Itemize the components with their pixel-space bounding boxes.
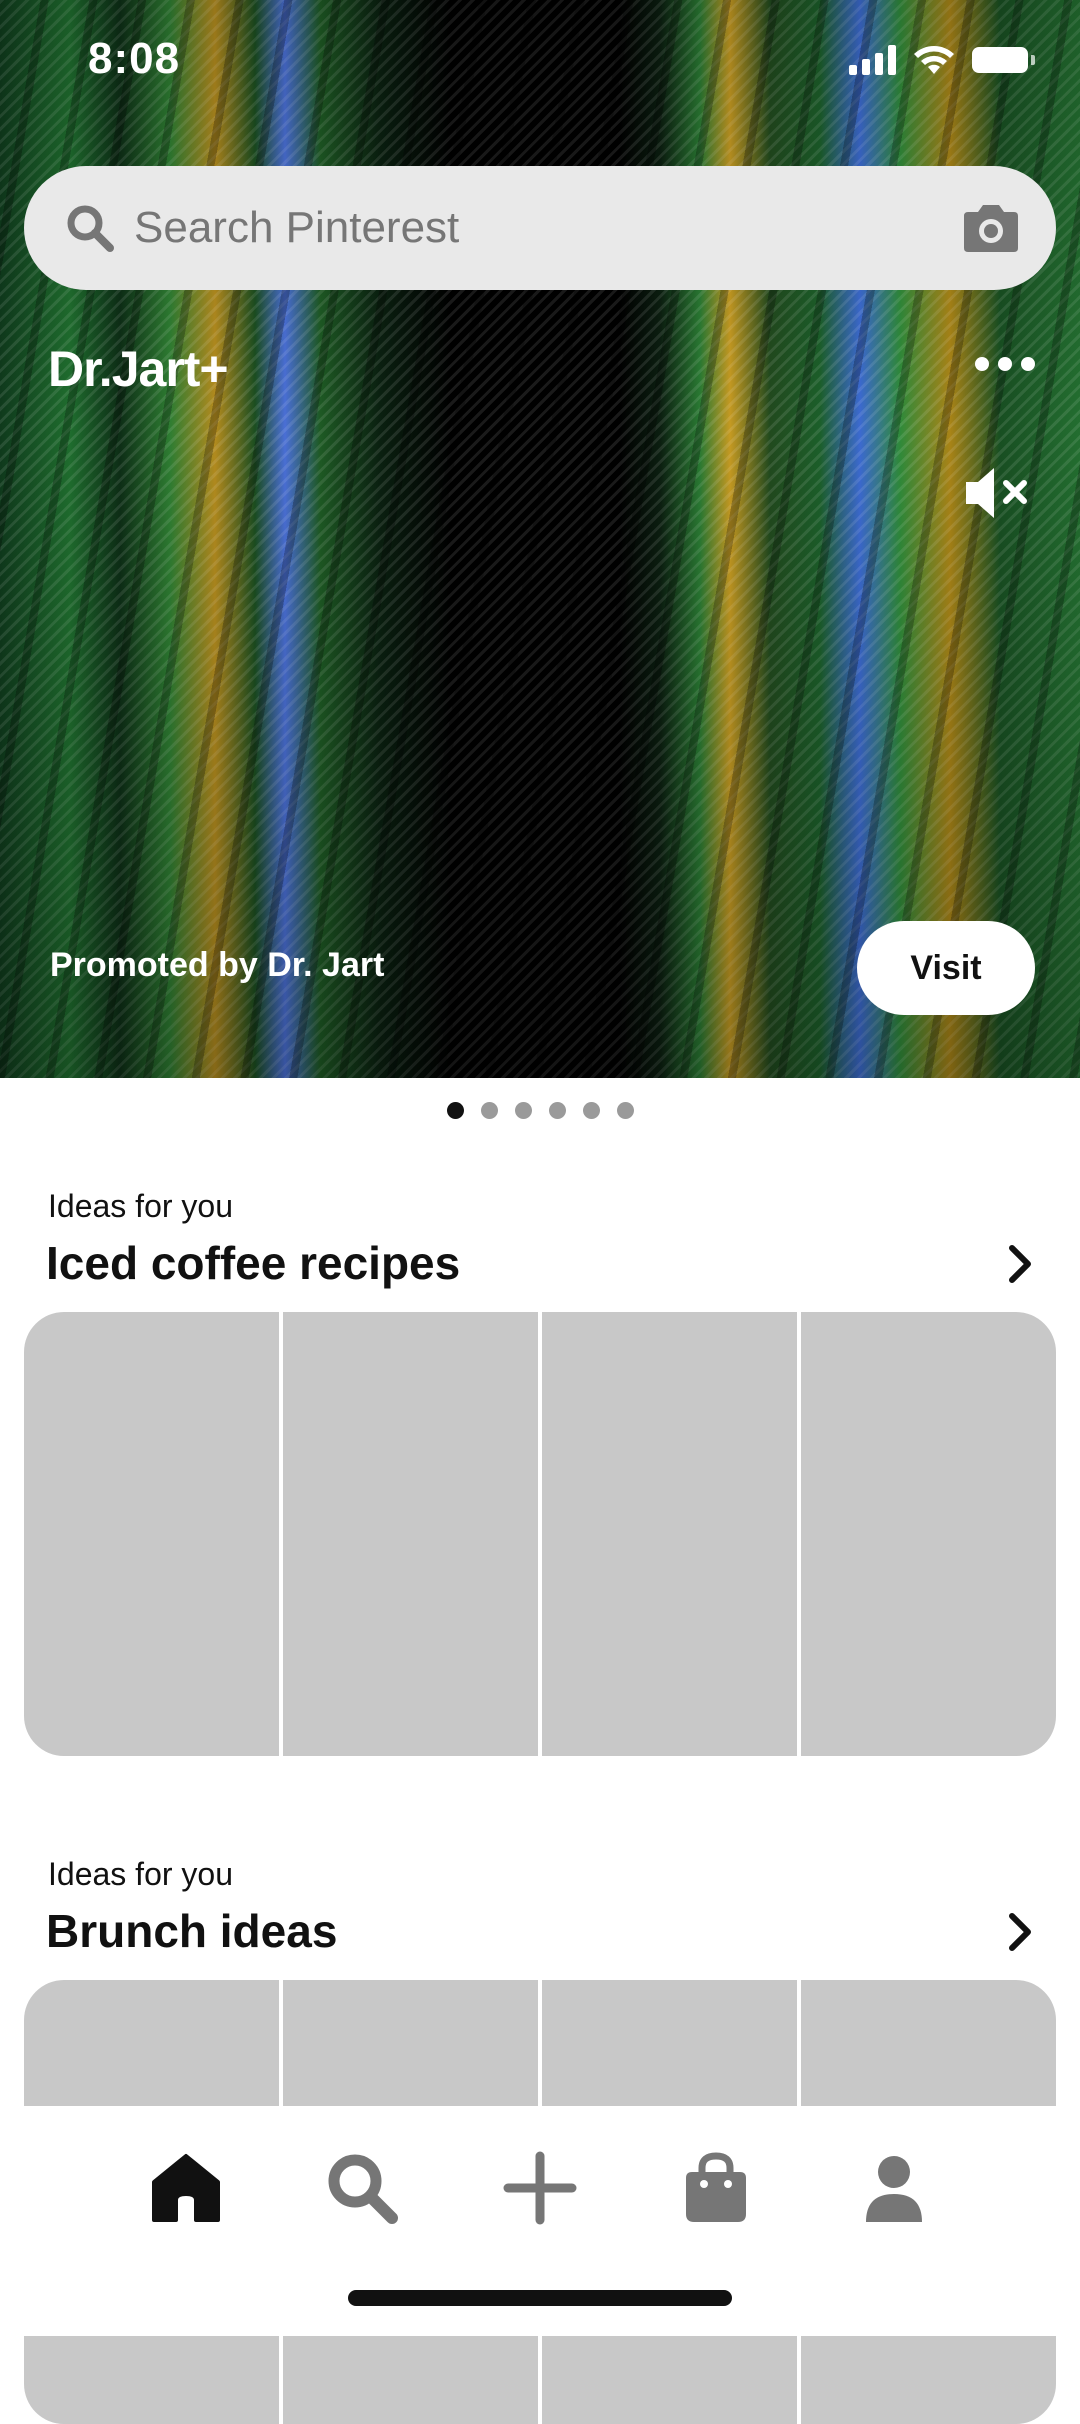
carousel-dot [548,1102,566,1119]
section-title[interactable]: Iced coffee recipes [46,1236,460,1290]
status-time: 8:08 [88,34,181,83]
cellular-signal-icon [849,45,896,75]
carousel-dot [480,1102,498,1119]
home-indicator [348,2290,732,2306]
chevron-right-icon[interactable] [1000,1910,1040,1954]
search-input[interactable]: Search Pinterest [134,202,459,254]
plus-icon[interactable] [500,2148,580,2228]
section-subtitle: Ideas for you [48,1856,233,1892]
pin-thumbnail[interactable] [801,1312,1056,1756]
shopping-bag-icon[interactable] [676,2148,756,2228]
carousel-dot [616,1102,634,1119]
carousel-dot [446,1102,464,1119]
brand-logo: Dr.Jart+ [48,341,229,397]
promoted-by-label: Promoted by Dr. Jart [50,946,385,984]
carousel-dot [582,1102,600,1119]
pin-thumbnail[interactable] [542,1312,797,1756]
battery-icon [972,47,1035,73]
wifi-icon [914,46,954,74]
status-icons [849,44,1035,76]
ideas-board-preview[interactable] [24,1312,1056,1756]
section-title[interactable]: Brunch ideas [46,1904,337,1958]
carousel-dot [514,1102,532,1119]
camera-icon[interactable] [960,202,1022,254]
visit-button[interactable]: Visit [857,921,1035,1015]
search-bar[interactable]: Search Pinterest [24,166,1056,290]
video-overlay [0,0,1080,1078]
mute-icon[interactable] [962,462,1032,524]
search-icon [67,205,114,252]
more-options-icon[interactable] [970,344,1040,384]
chevron-right-icon[interactable] [1000,1242,1040,1286]
pin-thumbnail[interactable] [283,1312,538,1756]
status-bar: 8:08 [0,0,1080,120]
pin-thumbnail[interactable] [24,1312,279,1756]
section-subtitle: Ideas for you [48,1188,233,1224]
search-icon[interactable] [322,2148,402,2228]
carousel-indicator [0,1102,1080,1119]
home-icon[interactable] [146,2148,226,2228]
promoted-video[interactable]: 8:08 Search Pinterest Dr.Jart+ Promoted … [0,0,1080,1078]
profile-icon[interactable] [854,2148,934,2228]
